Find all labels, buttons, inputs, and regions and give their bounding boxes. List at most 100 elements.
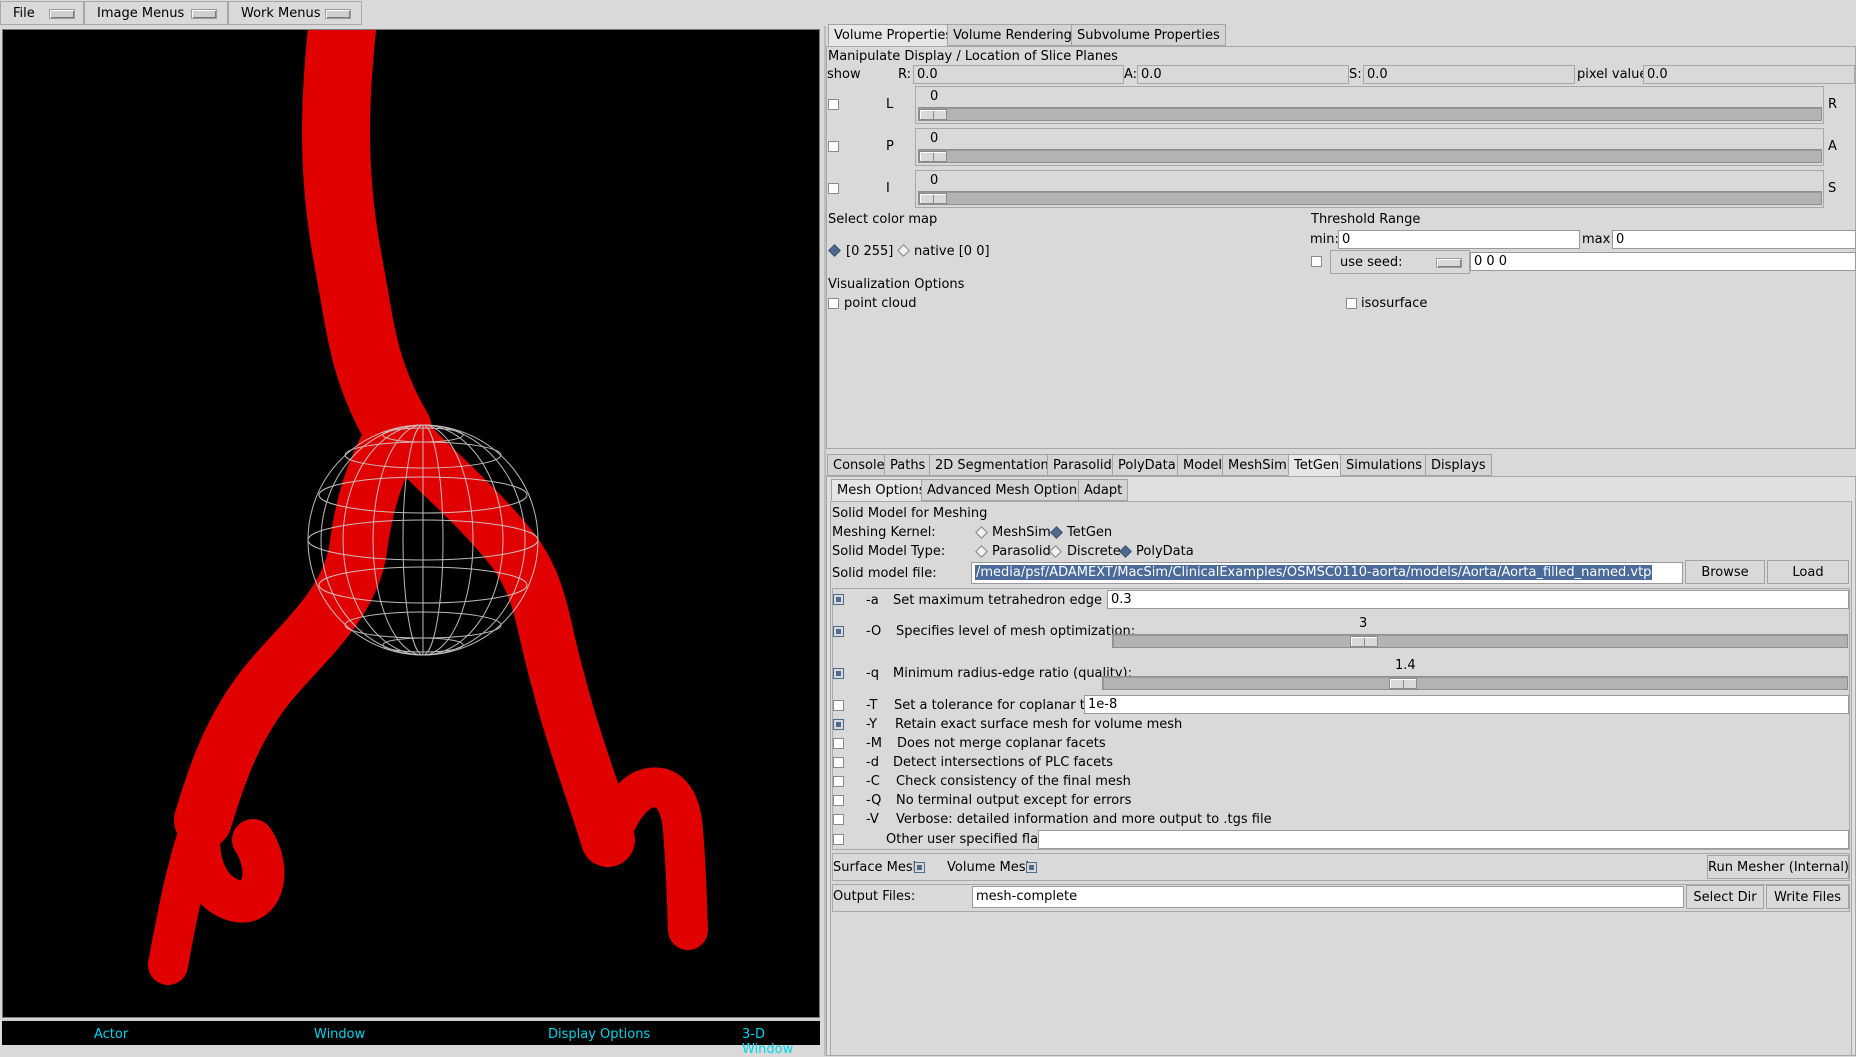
quality-ratio-slider[interactable]: [1102, 676, 1848, 690]
show-slice-p-checkbox[interactable]: [828, 141, 839, 152]
opt-o-value: 3: [1359, 616, 1368, 631]
status-actor[interactable]: Actor: [94, 1027, 128, 1042]
run-mesher-button[interactable]: Run Mesher (Internal): [1707, 855, 1849, 879]
mesh-optimization-slider[interactable]: [1112, 634, 1848, 648]
opt-m-checkbox[interactable]: [833, 738, 844, 749]
opt-q-flag: -q: [866, 666, 879, 681]
opt-o-checkbox[interactable]: [833, 626, 844, 637]
tab-tetgen[interactable]: TetGen: [1288, 454, 1346, 476]
type-discrete-label: Discrete: [1067, 544, 1121, 559]
tab-meshsim[interactable]: MeshSim: [1222, 454, 1293, 476]
tab-subvolume-properties[interactable]: Subvolume Properties: [1071, 24, 1226, 46]
slider-thumb[interactable]: [1389, 678, 1417, 689]
viewport-status-bar: Actor Window Display Options 3-D Window: [2, 1019, 820, 1057]
slider-i-value: 0: [930, 173, 939, 188]
opt-o-flag: -O: [866, 624, 882, 639]
opt-q-checkbox[interactable]: [833, 668, 844, 679]
tab-simulations[interactable]: Simulations: [1340, 454, 1429, 476]
solid-model-type-label: Solid Model Type:: [832, 544, 946, 559]
type-polydata-label: PolyData: [1136, 544, 1194, 559]
tab-adapt[interactable]: Adapt: [1078, 479, 1129, 501]
threshold-max-input[interactable]: 0: [1612, 230, 1856, 249]
point-cloud-label: point cloud: [844, 296, 917, 311]
min-label: min:: [1310, 232, 1339, 247]
opt-v-flag: -V: [866, 812, 879, 827]
opt-q-quiet-checkbox[interactable]: [833, 795, 844, 806]
isosurface-checkbox[interactable]: [1346, 298, 1357, 309]
output-files-input[interactable]: mesh-complete: [972, 886, 1684, 908]
other-flags-input[interactable]: [1038, 830, 1849, 849]
tab-volume-rendering[interactable]: Volume Rendering: [947, 24, 1078, 46]
opt-a-checkbox[interactable]: [833, 594, 844, 605]
isosurface-label: isosurface: [1361, 296, 1428, 311]
r-coordinate-field: 0.0: [913, 65, 1124, 84]
opt-m-flag: -M: [866, 736, 882, 751]
status-display-options[interactable]: Display Options: [548, 1027, 650, 1042]
slider-thumb[interactable]: [919, 151, 947, 162]
opt-q-quiet-flag: -Q: [866, 793, 882, 808]
opt-t-label: Set a tolerance for coplanar test:: [894, 698, 1110, 713]
slider-thumb[interactable]: [919, 193, 947, 204]
use-seed-button[interactable]: use seed:: [1330, 250, 1470, 274]
opt-a-input[interactable]: 0.3: [1107, 590, 1849, 609]
slice-i-slider[interactable]: [918, 191, 1822, 205]
slice-l-label: L: [886, 97, 894, 112]
vessel-render: [148, 30, 708, 985]
tab-mesh-options[interactable]: Mesh Options: [831, 479, 932, 501]
load-button[interactable]: Load: [1767, 560, 1849, 584]
tab-displays[interactable]: Displays: [1425, 454, 1492, 476]
seed-input[interactable]: 0 0 0: [1470, 252, 1856, 271]
solid-model-file-input[interactable]: /media/psf/ADAMEXT/MacSim/ClinicalExampl…: [971, 562, 1683, 584]
select-dir-button[interactable]: Select Dir: [1686, 885, 1764, 909]
colormap-0-255-label: [0 255]: [846, 244, 894, 259]
volume-mesh-checkbox[interactable]: [1026, 862, 1037, 873]
show-slice-i-checkbox[interactable]: [828, 183, 839, 194]
pixel-value-field: 0.0: [1643, 65, 1855, 84]
browse-button[interactable]: Browse: [1685, 560, 1765, 584]
volume-mesh-label: Volume Mesh: [947, 860, 1034, 875]
tab-polydata[interactable]: PolyData: [1112, 454, 1182, 476]
opt-t-flag: -T: [866, 698, 878, 713]
surface-mesh-checkbox[interactable]: [914, 862, 925, 873]
opt-d-checkbox[interactable]: [833, 757, 844, 768]
threshold-min-input[interactable]: 0: [1338, 230, 1580, 249]
image-menus-label: Image Menus: [97, 6, 185, 21]
tab-2d-segmentation[interactable]: 2D Segmentation: [929, 454, 1055, 476]
opt-t-input[interactable]: 1e-8: [1084, 695, 1849, 714]
write-files-button[interactable]: Write Files: [1766, 885, 1849, 909]
opt-v-checkbox[interactable]: [833, 814, 844, 825]
work-menus-menu[interactable]: Work Menus: [228, 1, 362, 25]
point-cloud-checkbox[interactable]: [828, 298, 839, 309]
opt-c-label: Check consistency of the final mesh: [896, 774, 1131, 789]
slice-p-slider[interactable]: [918, 149, 1822, 163]
pixel-value-label: pixel value:: [1577, 67, 1652, 82]
status-window[interactable]: Window: [314, 1027, 365, 1042]
slice-r-label: R: [1828, 97, 1838, 112]
tab-advanced-mesh-options[interactable]: Advanced Mesh Options: [921, 479, 1090, 501]
slider-thumb[interactable]: [1350, 636, 1378, 647]
render-viewport-3d[interactable]: [2, 29, 820, 1018]
use-seed-checkbox[interactable]: [1311, 256, 1322, 267]
opt-t-checkbox[interactable]: [833, 700, 844, 711]
show-label: show: [827, 67, 861, 82]
opt-c-checkbox[interactable]: [833, 776, 844, 787]
tab-paths[interactable]: Paths: [884, 454, 932, 476]
slice-l-slider[interactable]: [918, 107, 1822, 121]
tab-parasolid[interactable]: Parasolid: [1047, 454, 1118, 476]
other-flags-checkbox[interactable]: [833, 834, 844, 845]
other-flags-label: Other user specified flags:: [886, 832, 1058, 847]
opt-y-checkbox[interactable]: [833, 719, 844, 730]
tab-volume-properties[interactable]: Volume Properties: [828, 24, 959, 46]
status-3d-window[interactable]: 3-D Window: [742, 1027, 820, 1057]
show-slice-l-checkbox[interactable]: [828, 99, 839, 110]
color-map-title: Select color map: [828, 212, 938, 227]
s-label: S:: [1349, 67, 1362, 82]
slider-thumb[interactable]: [919, 109, 947, 120]
opt-v-label: Verbose: detailed information and more o…: [896, 812, 1272, 827]
tab-console[interactable]: Console: [827, 454, 891, 476]
solid-model-file-label: Solid model file:: [832, 566, 937, 581]
image-menus-menu[interactable]: Image Menus: [84, 1, 228, 25]
file-menu[interactable]: File: [0, 1, 84, 25]
opt-y-flag: -Y: [866, 717, 878, 732]
tab-model[interactable]: Model: [1177, 454, 1229, 476]
